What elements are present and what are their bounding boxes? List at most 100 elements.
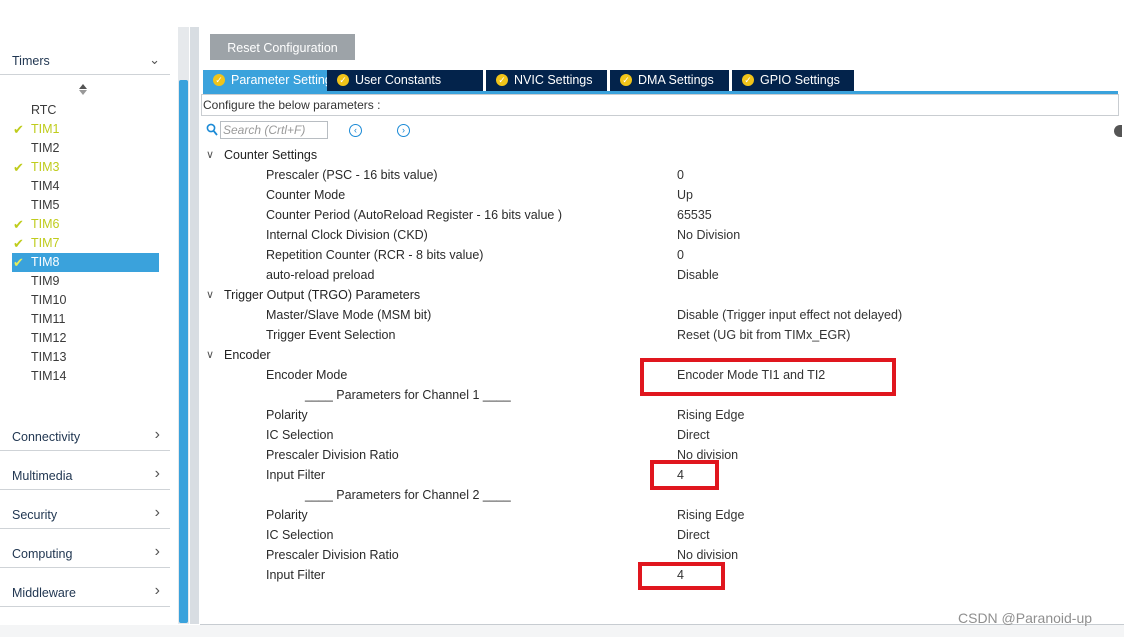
- watermark: CSDN @Paranoid-up: [958, 610, 1093, 626]
- check-icon: ✔: [13, 160, 24, 175]
- category-computing[interactable]: Computing ›: [0, 543, 170, 568]
- timer-item-tim4[interactable]: TIM4: [12, 177, 159, 196]
- tab-label: Parameter Settings: [231, 73, 338, 87]
- parameter-value[interactable]: No Division: [677, 225, 740, 245]
- parameter-row[interactable]: Counter Period (AutoReload Register - 16…: [200, 205, 1118, 225]
- parameter-value[interactable]: 0: [677, 245, 684, 265]
- timer-item-tim8[interactable]: ✔ TIM8: [12, 253, 159, 272]
- tab-nvic-settings[interactable]: ✓ NVIC Settings: [486, 70, 607, 91]
- chevron-right-icon: ›: [154, 504, 160, 521]
- category-multimedia[interactable]: Multimedia ›: [0, 465, 170, 490]
- parameter-name: IC Selection: [266, 528, 334, 542]
- category-timers[interactable]: Timers ⌄: [0, 50, 170, 75]
- parameter-row[interactable]: Trigger Event Selection Reset (UG bit fro…: [200, 325, 1118, 345]
- parameter-row[interactable]: Repetition Counter (RCR - 8 bits value) 0: [200, 245, 1118, 265]
- category-middleware[interactable]: Middleware ›: [0, 582, 170, 607]
- check-icon: ✔: [13, 255, 24, 270]
- timer-item-tim12[interactable]: TIM12: [12, 329, 159, 348]
- timer-list: RTC ✔ TIM1 TIM2 ✔ TIM3 TIM4 TIM5 ✔ TIM6 ✔ TIM7 ✔ TIM8…: [12, 101, 159, 386]
- info-icon[interactable]: [1114, 125, 1122, 137]
- parameter-value[interactable]: Rising Edge: [677, 505, 744, 525]
- tab-label: GPIO Settings: [760, 73, 840, 87]
- status-band: [0, 625, 1124, 637]
- panel-divider[interactable]: [190, 27, 199, 624]
- parameter-row[interactable]: Internal Clock Division (CKD) No Division: [200, 225, 1118, 245]
- parameter-value[interactable]: 0: [677, 165, 684, 185]
- group-header[interactable]: ∨ Trigger Output (TRGO) Parameters: [200, 285, 1118, 305]
- parameter-row[interactable]: IC Selection Direct: [200, 425, 1118, 445]
- parameter-value[interactable]: Reset (UG bit from TIMx_EGR): [677, 325, 850, 345]
- check-circle-icon: ✓: [213, 74, 225, 86]
- configure-caption: Configure the below parameters :: [203, 98, 381, 112]
- parameter-row[interactable]: Prescaler (PSC - 16 bits value) 0: [200, 165, 1118, 185]
- parameter-row[interactable]: Master/Slave Mode (MSM bit) Disable (Trig…: [200, 305, 1118, 325]
- timer-item-tim5[interactable]: TIM5: [12, 196, 159, 215]
- channel-subheader-label: ____ Parameters for Channel 1 ____: [305, 388, 511, 402]
- timer-item-label: TIM3: [31, 160, 60, 174]
- timer-item-label: TIM5: [31, 198, 60, 212]
- check-circle-icon: ✓: [742, 74, 754, 86]
- timer-item-label: RTC: [31, 103, 57, 117]
- sort-icon[interactable]: [79, 84, 89, 95]
- tab-user-constants[interactable]: ✓ User Constants: [327, 70, 483, 91]
- search-input[interactable]: [220, 121, 328, 139]
- chevron-down-icon[interactable]: ∨: [206, 285, 214, 305]
- timer-item-rtc[interactable]: RTC: [12, 101, 159, 120]
- parameter-name: auto-reload preload: [266, 268, 375, 282]
- channel-subheader-label: ____ Parameters for Channel 2 ____: [305, 488, 511, 502]
- timer-item-tim14[interactable]: TIM14: [12, 367, 159, 386]
- reset-configuration-button[interactable]: Reset Configuration: [210, 34, 355, 60]
- parameter-value[interactable]: Direct: [677, 525, 710, 545]
- timer-item-tim2[interactable]: TIM2: [12, 139, 159, 158]
- parameter-row[interactable]: IC Selection Direct: [200, 525, 1118, 545]
- parameter-name: Prescaler Division Ratio: [266, 548, 399, 562]
- timer-item-label: TIM2: [31, 141, 60, 155]
- parameter-name: Input Filter: [266, 468, 326, 482]
- parameter-value[interactable]: Up: [677, 185, 693, 205]
- parameter-value[interactable]: 65535: [677, 205, 712, 225]
- group-header[interactable]: ∨ Counter Settings: [200, 145, 1118, 165]
- timer-item-tim7[interactable]: ✔ TIM7: [12, 234, 159, 253]
- parameter-name: Repetition Counter (RCR - 8 bits value): [266, 248, 484, 262]
- tab-label: NVIC Settings: [514, 73, 593, 87]
- timer-item-label: TIM11: [31, 312, 66, 326]
- timer-item-tim3[interactable]: ✔ TIM3: [12, 158, 159, 177]
- parameter-row[interactable]: Polarity Rising Edge: [200, 405, 1118, 425]
- chevron-right-icon: ›: [154, 543, 160, 560]
- sidebar-scrollbar-thumb[interactable]: [179, 80, 188, 623]
- parameter-value[interactable]: Disable: [677, 265, 719, 285]
- timer-item-tim1[interactable]: ✔ TIM1: [12, 120, 159, 139]
- category-security[interactable]: Security ›: [0, 504, 170, 529]
- parameter-value[interactable]: Direct: [677, 425, 710, 445]
- chevron-down-icon[interactable]: ∨: [206, 145, 214, 165]
- parameter-value[interactable]: Rising Edge: [677, 405, 744, 425]
- search-next-button[interactable]: ›: [397, 124, 410, 137]
- parameter-value[interactable]: Disable (Trigger input effect not delaye…: [677, 305, 902, 325]
- category-label: Computing: [12, 547, 73, 561]
- tab-dma-settings[interactable]: ✓ DMA Settings: [610, 70, 729, 91]
- parameter-row[interactable]: Counter Mode Up: [200, 185, 1118, 205]
- category-connectivity[interactable]: Connectivity ›: [0, 426, 170, 451]
- parameter-row[interactable]: Polarity Rising Edge: [200, 505, 1118, 525]
- parameter-name: Master/Slave Mode (MSM bit): [266, 308, 432, 322]
- check-icon: ✔: [13, 217, 24, 232]
- timer-item-tim6[interactable]: ✔ TIM6: [12, 215, 159, 234]
- category-timers-label: Timers: [12, 54, 50, 68]
- timer-item-tim13[interactable]: TIM13: [12, 348, 159, 367]
- search-previous-button[interactable]: ‹: [349, 124, 362, 137]
- parameter-row[interactable]: auto-reload preload Disable: [200, 265, 1118, 285]
- parameter-name: Counter Mode: [266, 188, 346, 202]
- chevron-right-icon: ›: [154, 465, 160, 482]
- timer-item-tim10[interactable]: TIM10: [12, 291, 159, 310]
- timer-item-tim9[interactable]: TIM9: [12, 272, 159, 291]
- check-circle-icon: ✓: [620, 74, 632, 86]
- chevron-down-icon[interactable]: ∨: [206, 345, 214, 365]
- timer-item-tim11[interactable]: TIM11: [12, 310, 159, 329]
- tab-gpio-settings[interactable]: ✓ GPIO Settings: [732, 70, 854, 91]
- check-circle-icon: ✓: [337, 74, 349, 86]
- timer-item-label: TIM1: [31, 122, 60, 136]
- parameter-name: Counter Period (AutoReload Register - 16…: [266, 208, 562, 222]
- categories-panel: Timers ⌄ RTC ✔ TIM1 TIM2 ✔ TIM3 TIM4 TIM5 ✔ TIM6 ✔…: [0, 0, 178, 637]
- parameter-name: Polarity: [266, 408, 308, 422]
- chevron-down-icon: ⌄: [149, 52, 160, 67]
